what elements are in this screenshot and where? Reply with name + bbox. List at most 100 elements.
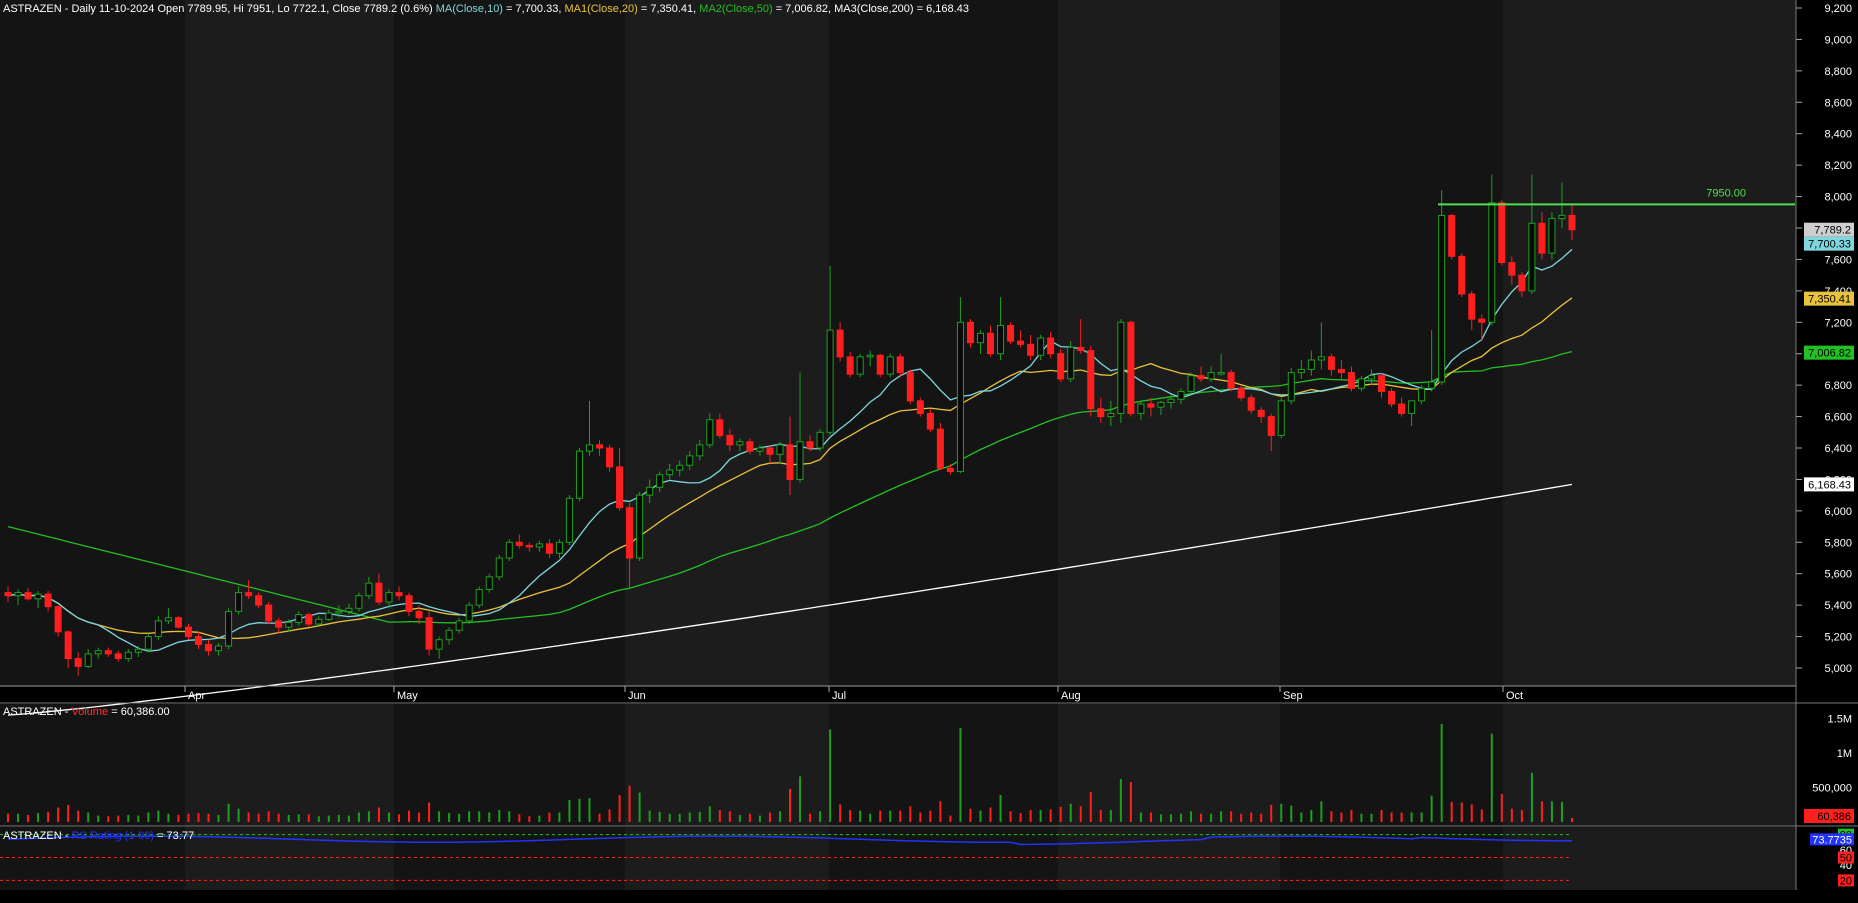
candle-up (215, 645, 223, 652)
candle-down (74, 658, 82, 667)
y-tick-label: 5,200 (1824, 632, 1852, 644)
candle-up (335, 610, 343, 614)
candle-up (1187, 375, 1195, 392)
volume-bar (1440, 723, 1443, 822)
ma200-price-tag: 6,168.43 (1808, 479, 1851, 491)
candle-down (1087, 350, 1095, 410)
volume-bar (748, 813, 751, 822)
candle-up (1037, 337, 1045, 356)
volume-bar (1019, 813, 1022, 822)
volume-bar (127, 814, 130, 822)
volume-bar (558, 812, 561, 822)
candle-down (194, 636, 202, 645)
candle-down (596, 444, 604, 449)
y-tick-label: 8,600 (1824, 97, 1852, 109)
y-tick-label: 5,800 (1824, 537, 1852, 549)
candle-down (375, 582, 383, 603)
candle-down (1538, 222, 1546, 254)
candle-down (104, 650, 112, 655)
candle-up (997, 324, 1005, 355)
candle-down (425, 617, 433, 650)
volume-bar (939, 801, 942, 822)
volume-bar (829, 729, 832, 822)
price-y-axis: 9,2009,0008,8008,6008,4008,2008,0007,800… (1796, 3, 1852, 675)
candle-down (515, 541, 523, 546)
candle-down (205, 643, 213, 652)
volume-bar (879, 810, 882, 822)
candle-up (325, 612, 333, 620)
volume-bar (1250, 812, 1253, 822)
candle-down (1468, 293, 1476, 320)
candle-down (1147, 403, 1155, 408)
candle-up (656, 474, 664, 488)
price-header-ticker: ASTRAZEN (3, 3, 62, 15)
candle-up (1528, 222, 1536, 292)
volume-header-value: = 60,386.00 (108, 706, 169, 718)
volume-bar (1300, 812, 1303, 822)
volume-last-tag: 60,386 (1817, 811, 1851, 823)
volume-bar (1149, 812, 1152, 822)
volume-bar (1009, 811, 1012, 822)
candle-up (575, 450, 583, 499)
candle-up (134, 648, 142, 653)
volume-bar (869, 813, 872, 822)
volume-bar (979, 810, 982, 822)
volume-bar (1290, 805, 1293, 822)
volume-bar (1571, 817, 1573, 822)
candle-down (1267, 416, 1275, 436)
volume-bar (1450, 801, 1453, 822)
chart-canvas: 9,2009,0008,8008,6008,4008,2008,0007,800… (0, 0, 1858, 890)
candle-down (245, 592, 253, 597)
volume-bar (287, 814, 290, 822)
candle-up (535, 543, 543, 548)
volume-tick-label: 500,000 (1812, 782, 1852, 794)
month-label: Jul (832, 690, 846, 702)
candle-down (24, 592, 32, 600)
rs-50-tag: 50 (1840, 853, 1852, 865)
candle-up (1357, 378, 1365, 389)
volume-bar (1390, 812, 1393, 822)
candle-up (505, 541, 513, 559)
rs-header-value: = 73.77 (154, 830, 194, 842)
volume-bar (738, 814, 741, 822)
candle-down (966, 321, 974, 344)
volume-bar (989, 807, 992, 822)
ma10-label: MA(Close,10) (436, 3, 503, 15)
volume-bar (1430, 795, 1433, 822)
candle-up (866, 354, 874, 358)
price-month-band (185, 0, 394, 686)
volume-bar (157, 810, 160, 822)
volume-bar (1310, 809, 1313, 822)
volume-bar (588, 798, 591, 822)
volume-bar (1420, 812, 1423, 822)
ma200-value: = 6,168.43 (914, 3, 969, 15)
y-tick-label: 8,400 (1824, 129, 1852, 141)
volume-bar (367, 811, 370, 822)
candle-down (1247, 397, 1255, 411)
volume-bar (1220, 811, 1223, 822)
volume-bar (337, 814, 340, 822)
candle-down (305, 614, 313, 625)
volume-bar (1550, 801, 1553, 822)
candle-up (435, 639, 443, 650)
volume-bar (678, 813, 681, 822)
volume-bar (87, 812, 90, 822)
volume-bar (668, 813, 671, 822)
candle-up (1167, 398, 1175, 403)
candle-down (766, 447, 774, 455)
price-month-band (394, 0, 625, 686)
candle-up (676, 464, 684, 471)
volume-bar (428, 802, 431, 822)
volume-bar (1210, 813, 1213, 822)
y-tick-label: 5,400 (1824, 600, 1852, 612)
candle-up (445, 629, 453, 641)
volume-bar (809, 813, 812, 822)
volume-bar (297, 814, 300, 822)
price-month-band (0, 0, 185, 686)
rs-header-ticker: ASTRAZEN (3, 830, 62, 842)
volume-bar (277, 813, 280, 822)
volume-bar (718, 809, 721, 822)
candle-up (1408, 400, 1416, 414)
candle-up (976, 332, 984, 344)
volume-bar (67, 805, 70, 822)
